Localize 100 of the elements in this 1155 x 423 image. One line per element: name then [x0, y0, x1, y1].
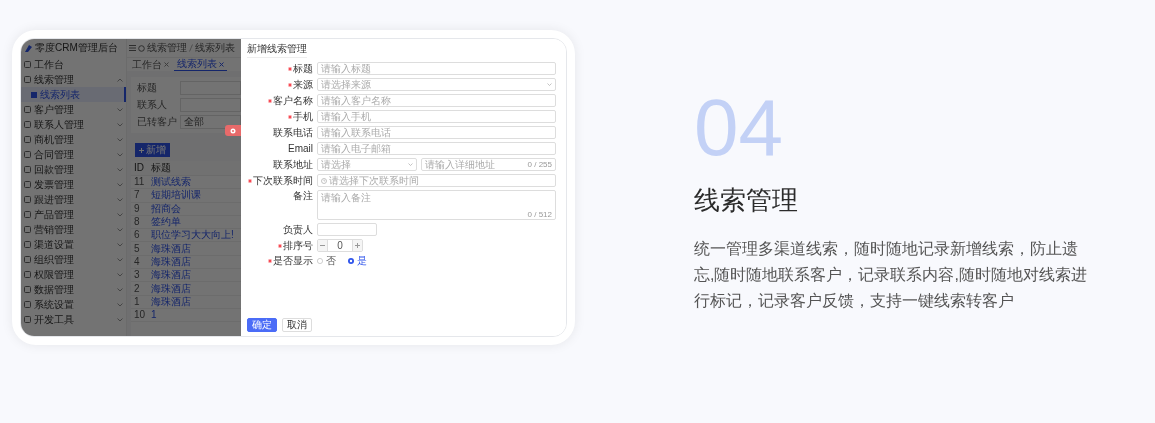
sidebar-item[interactable]: 开发工具 — [21, 312, 126, 327]
gear-icon — [230, 127, 236, 134]
table-link[interactable]: 海珠酒店 — [149, 269, 191, 282]
drawer-tab-button[interactable] — [225, 125, 241, 136]
confirm-button[interactable]: 确定 — [247, 318, 277, 332]
table-link[interactable]: 海珠酒店 — [149, 242, 191, 255]
field-label: 客户名称 — [273, 94, 313, 107]
breadcrumb-item[interactable]: 线索管理 — [147, 42, 187, 54]
address-input-field[interactable]: 请输入详细地址 0 / 255 — [421, 158, 556, 171]
number-stepper[interactable]: 0 — [317, 239, 363, 252]
field-label: 排序号 — [283, 239, 313, 252]
sidebar-item[interactable]: 合同管理 — [21, 147, 126, 162]
select-field[interactable]: 请选择来源 — [317, 78, 556, 91]
drawer-title: 新增线索管理 — [247, 42, 307, 58]
sidebar-item[interactable]: 系统设置 — [21, 297, 126, 312]
sidebar-item[interactable]: 营销管理 — [21, 222, 126, 237]
section-title: 线索管理 — [694, 184, 799, 216]
date-input[interactable]: 请选择下次联系时间 — [329, 175, 555, 186]
minus-icon — [320, 245, 325, 246]
remark-input[interactable]: 请输入备注 — [321, 192, 552, 210]
sidebar-item[interactable]: 工作台 — [21, 57, 126, 72]
table-cell-text: 1 — [133, 295, 141, 308]
table-link[interactable]: 职位学习大大向上! — [149, 229, 234, 242]
sidebar-item[interactable]: 渠道设置 — [21, 237, 126, 252]
sidebar-item[interactable]: 线索管理 — [21, 72, 126, 87]
input-field[interactable] — [317, 223, 377, 236]
table-link[interactable]: 招商会 — [149, 202, 181, 215]
sidebar-item[interactable]: 权限管理 — [21, 267, 126, 282]
field-label: Email — [288, 142, 313, 155]
tab[interactable]: 线索列表 — [174, 58, 227, 71]
section-description: 统一管理多渠道线索，随时随地记录新增线索，防止遗忘,随时随地联系客户，记录联系内容,随时随地对线索进行标记，记录客户反馈，支持一键线索转客户 — [694, 239, 1088, 311]
filter-field[interactable] — [180, 81, 241, 95]
table-cell-text: 6 — [133, 229, 141, 242]
sidebar-subitem[interactable]: 线索列表 — [21, 87, 126, 102]
cancel-button[interactable]: 取消 — [282, 318, 312, 332]
sidebar-item[interactable]: 组织管理 — [21, 252, 126, 267]
plus-icon — [139, 147, 144, 153]
table-link[interactable]: 海珠酒店 — [149, 255, 191, 268]
table-link[interactable]: 签约单 — [149, 216, 181, 229]
app-brand: 零度CRM管理后台 — [35, 42, 118, 54]
table-cell-text: 7 — [133, 189, 141, 202]
input-field[interactable]: 请输入电子邮箱 — [317, 142, 556, 155]
filter-label: 标题 — [137, 82, 158, 94]
table-link[interactable]: 1 — [149, 309, 157, 322]
field-label: 联系地址 — [273, 158, 313, 171]
sidebar-item[interactable]: 跟进管理 — [21, 192, 126, 207]
table-cell-text: 3 — [133, 269, 141, 282]
logo-icon — [24, 43, 33, 53]
field-label: 手机 — [293, 110, 313, 123]
sidebar-item[interactable]: 客户管理 — [21, 102, 126, 117]
table-cell-text: 4 — [133, 255, 141, 268]
input-field[interactable]: 请输入联系电话 — [317, 126, 556, 139]
chevron-down-icon — [408, 163, 413, 166]
filter-field[interactable] — [180, 98, 241, 112]
filter-label: 联系人 — [137, 99, 168, 111]
tab[interactable]: 工作台 — [129, 58, 172, 71]
table-link[interactable]: 测试线索 — [149, 176, 191, 189]
sidebar-item[interactable]: 联系人管理 — [21, 117, 126, 132]
textarea-field[interactable]: 请输入备注 0 / 512 — [317, 190, 556, 220]
table-cell-text: 9 — [133, 202, 141, 215]
breadcrumb-item[interactable]: 线索列表 — [195, 42, 235, 54]
sidebar-item[interactable]: 商机管理 — [21, 132, 126, 147]
decrement-button[interactable] — [318, 240, 328, 251]
select-field[interactable]: 请选择 — [317, 158, 417, 171]
filter-label: 已转客户 — [137, 116, 177, 128]
char-counter: 0 / 255 — [527, 159, 552, 170]
select-placeholder: 请选择来源 — [321, 79, 371, 90]
close-icon — [219, 61, 224, 67]
field-label: 下次联系时间 — [253, 174, 313, 187]
field-label: 标题 — [293, 62, 313, 75]
plus-icon — [355, 243, 360, 248]
table-cell-text: 8 — [133, 216, 141, 229]
radio-option[interactable]: 是 — [348, 255, 367, 267]
radio-option[interactable]: 否 — [317, 255, 336, 267]
select-placeholder: 请选择 — [321, 159, 351, 170]
field-label: 是否显示 — [273, 255, 313, 267]
sidebar-item[interactable]: 发票管理 — [21, 177, 126, 192]
clock-icon — [321, 177, 327, 184]
sidebar-item[interactable]: 产品管理 — [21, 207, 126, 222]
date-field[interactable]: 请选择下次联系时间 — [317, 174, 556, 187]
input-field[interactable]: 请输入手机 — [317, 110, 556, 123]
field-label: 来源 — [293, 78, 313, 91]
sidebar-item[interactable]: 回款管理 — [21, 162, 126, 177]
address-input[interactable]: 请输入详细地址 — [422, 159, 528, 170]
stepper-value: 0 — [336, 240, 344, 251]
list-icon — [31, 91, 37, 98]
column-header: ID — [133, 162, 145, 174]
table-link[interactable]: 海珠酒店 — [149, 282, 191, 295]
table-cell-text: 11 — [133, 176, 146, 189]
chevron-down-icon — [547, 83, 552, 86]
sidebar-item[interactable]: 数据管理 — [21, 282, 126, 297]
add-button[interactable]: 新增 — [135, 143, 170, 157]
field-label: 联系电话 — [273, 126, 313, 139]
input-field[interactable]: 请输入标题 — [317, 62, 556, 75]
close-icon — [164, 62, 169, 67]
table-link[interactable]: 海珠酒店 — [149, 295, 191, 308]
input-field[interactable]: 请输入客户名称 — [317, 94, 556, 107]
table-link[interactable]: 短期培训课 — [149, 189, 201, 202]
increment-button[interactable] — [352, 240, 362, 251]
table-cell-text: 2 — [133, 282, 141, 295]
